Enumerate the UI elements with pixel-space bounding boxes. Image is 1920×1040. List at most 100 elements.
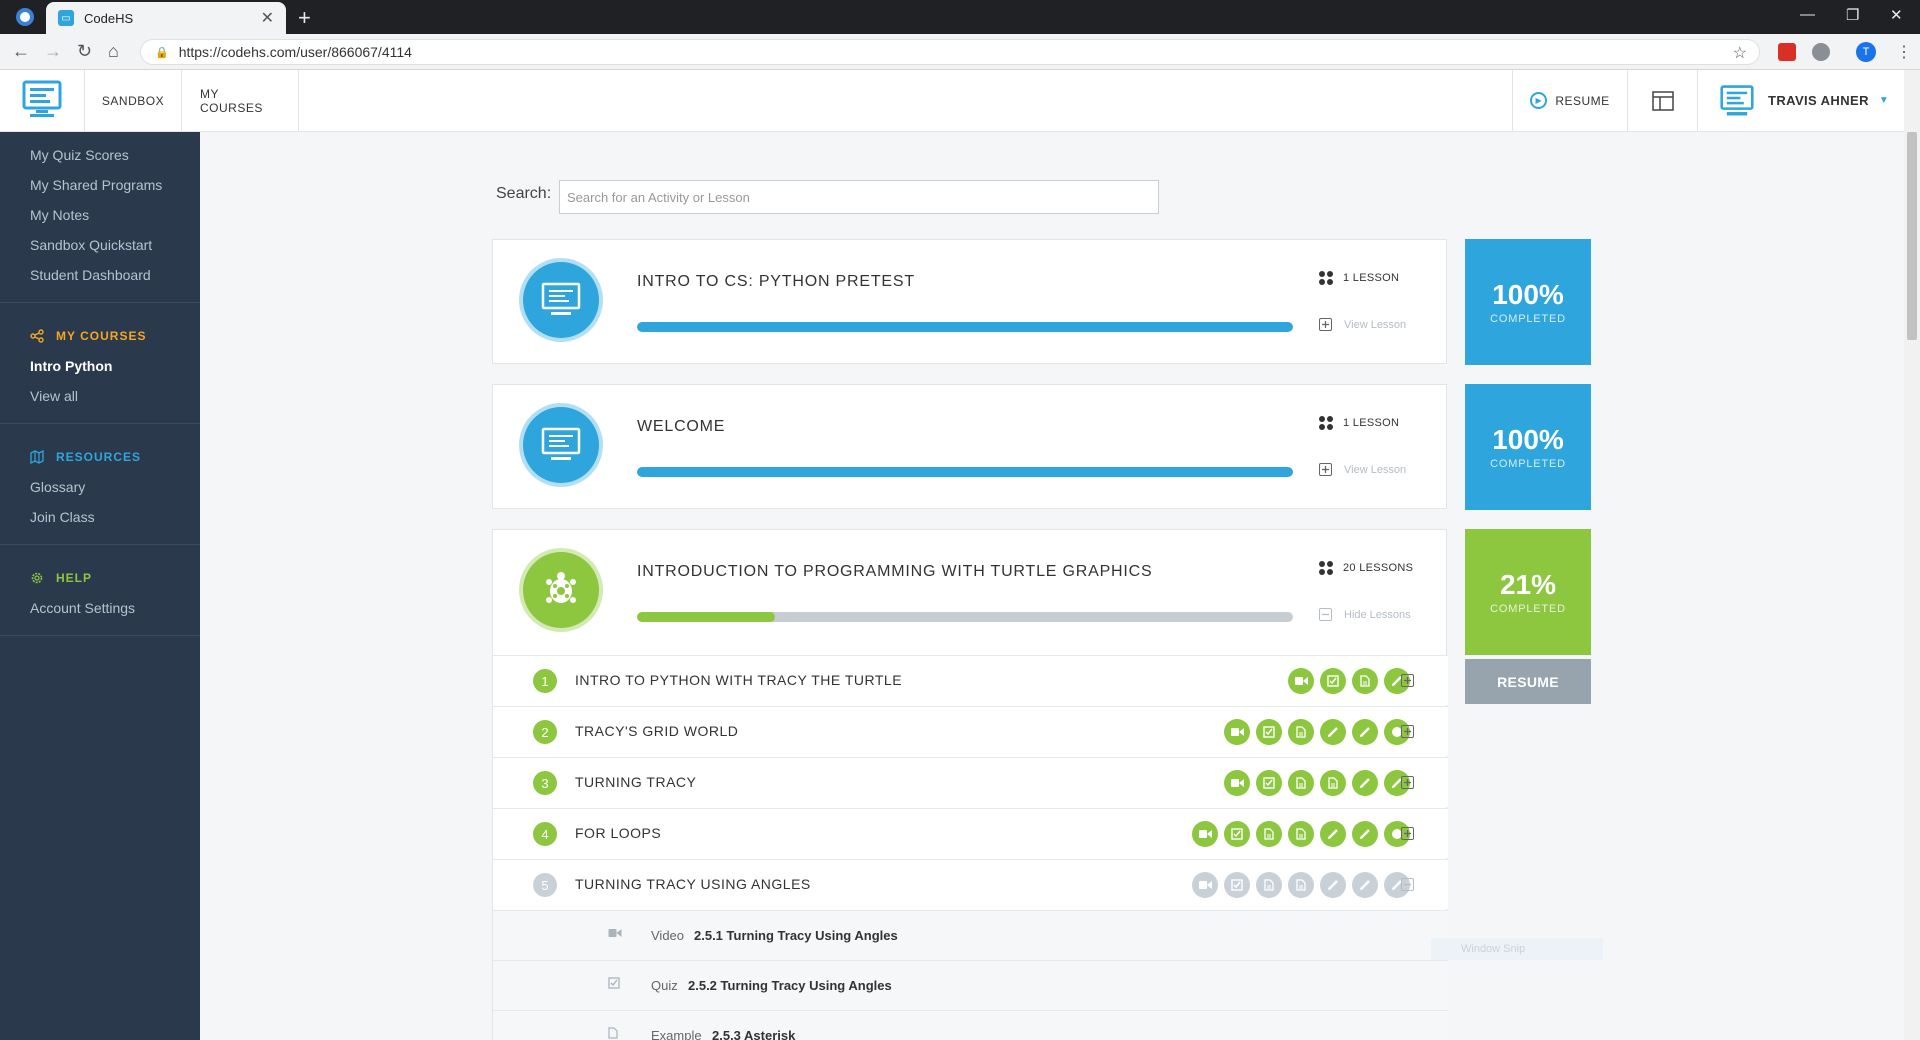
page-scrollbar-thumb[interactable] [1907,132,1917,340]
sidebar-item-join-class[interactable]: Join Class [0,502,200,532]
video-icon[interactable] [1192,821,1218,847]
expand-plus-icon[interactable] [1401,776,1414,789]
expand-plus-icon[interactable] [1401,725,1414,738]
lesson-row[interactable]: 3 TURNING TRACY [493,757,1448,807]
pencil-icon[interactable] [1320,872,1346,898]
document-icon[interactable] [1256,872,1282,898]
tab-close-icon[interactable]: ✕ [261,8,274,28]
turtle-icon [546,572,576,603]
resume-button[interactable]: RESUME [1465,659,1591,704]
sidebar-item-account-settings[interactable]: Account Settings [0,593,200,623]
nav-my-courses[interactable]: MY COURSES [182,70,299,131]
sidebar-item-glossary[interactable]: Glossary [0,472,200,502]
unit-title[interactable]: INTRO TO CS: PYTHON PRETEST [637,273,915,291]
lesson-row[interactable]: 4 FOR LOOPS [493,808,1448,858]
codehs-logo-icon[interactable] [22,80,62,118]
activity-type: Example [651,1028,702,1040]
quiz-icon[interactable] [1320,668,1346,694]
unit-card-expanded[interactable]: INTRODUCTION TO PROGRAMMING WITH TURTLE … [492,529,1448,1040]
video-icon[interactable] [1192,872,1218,898]
unit-card[interactable]: WELCOME 1 LESSON View Lesson [492,384,1447,509]
lesson-title[interactable]: FOR LOOPS [575,825,661,841]
pencil-icon[interactable] [1352,770,1378,796]
nav-sandbox[interactable]: SANDBOX [84,70,182,131]
document-icon[interactable] [1288,719,1314,745]
sidebar-heading-label: RESOURCES [56,450,142,464]
sidebar-item-notes[interactable]: My Notes [0,200,200,230]
activity-row[interactable]: Quiz 2.5.2 Turning Tracy Using Angles [493,960,1448,1010]
activity-row[interactable]: Video 2.5.1 Turning Tracy Using Angles [493,910,1448,960]
lesson-title[interactable]: TURNING TRACY USING ANGLES [575,876,811,892]
activity-name[interactable]: 2.5.3 Asterisk [712,1028,795,1040]
browser-tab[interactable]: ▭ CodeHS ✕ [46,2,286,34]
unit-title[interactable]: INTRODUCTION TO PROGRAMMING WITH TURTLE … [637,563,1152,581]
minimize-icon[interactable]: — [1800,6,1815,23]
sidebar-item-intro-python[interactable]: Intro Python [0,351,200,381]
video-icon[interactable] [1224,719,1250,745]
pencil-icon[interactable] [1352,821,1378,847]
document-icon[interactable] [1288,872,1314,898]
video-icon[interactable] [1224,770,1250,796]
extension-icon[interactable] [1778,43,1796,61]
hide-lessons-toggle[interactable]: Hide Lessons [1319,608,1411,621]
resume-link[interactable]: ▶ RESUME [1512,70,1627,131]
expand-plus-icon[interactable] [1401,827,1414,840]
reload-icon[interactable]: ↻ [77,41,92,62]
search-input[interactable] [559,180,1159,214]
window-close-icon[interactable]: ✕ [1890,6,1903,24]
expand-plus-icon[interactable] [1401,674,1414,687]
quiz-icon[interactable] [1256,770,1282,796]
view-lesson-toggle[interactable]: View Lesson [1319,463,1406,476]
sidebar-item-quiz-scores[interactable]: My Quiz Scores [0,140,200,170]
activity-icons [1282,668,1410,694]
pencil-icon[interactable] [1320,821,1346,847]
lesson-row[interactable]: 1 INTRO TO PYTHON WITH TRACY THE TURTLE [493,655,1448,705]
sidebar-heading-resources: RESOURCES [0,442,200,472]
lesson-title[interactable]: INTRO TO PYTHON WITH TRACY THE TURTLE [575,672,902,688]
activity-name[interactable]: 2.5.2 Turning Tracy Using Angles [688,978,892,993]
user-menu[interactable]: TRAVIS AHNER ▼ [1697,70,1904,131]
collapse-minus-icon[interactable] [1401,878,1414,891]
lesson-title[interactable]: TURNING TRACY [575,774,696,790]
home-icon[interactable]: ⌂ [108,41,119,62]
restore-icon[interactable]: ❐ [1846,6,1859,24]
bookmark-star-icon[interactable]: ☆ [1733,43,1747,63]
document-icon[interactable] [1288,821,1314,847]
lesson-count-label: 20 LESSONS [1343,562,1414,574]
lesson-title[interactable]: TRACY'S GRID WORLD [575,723,738,739]
document-icon[interactable] [1256,821,1282,847]
layout-toggle-button[interactable] [1627,70,1697,131]
sidebar-item-student-dashboard[interactable]: Student Dashboard [0,260,200,290]
pencil-icon[interactable] [1320,719,1346,745]
back-icon[interactable]: ← [12,41,30,62]
extension-shield-icon[interactable] [1812,43,1830,61]
document-icon[interactable] [1320,770,1346,796]
minus-box-icon [1319,608,1332,621]
activity-name[interactable]: 2.5.1 Turning Tracy Using Angles [694,928,898,943]
unit-title[interactable]: WELCOME [637,418,725,436]
quiz-icon[interactable] [1256,719,1282,745]
forward-icon[interactable]: → [44,41,62,62]
unit-card[interactable]: INTRO TO CS: PYTHON PRETEST 1 LESSON Vie… [492,239,1447,364]
sidebar-item-view-all[interactable]: View all [0,381,200,411]
document-icon[interactable] [1288,770,1314,796]
browser-logo-icon [16,8,34,26]
profile-avatar[interactable]: T [1856,42,1876,62]
video-icon[interactable] [1288,668,1314,694]
pencil-icon[interactable] [1352,872,1378,898]
address-bar[interactable]: 🔒 https://codehs.com/user/866067/4114 ☆ [140,39,1760,65]
sidebar-item-shared-programs[interactable]: My Shared Programs [0,170,200,200]
view-lesson-toggle[interactable]: View Lesson [1319,318,1406,331]
new-tab-button[interactable]: + [298,5,311,31]
quiz-icon[interactable] [1224,821,1250,847]
lesson-row[interactable]: 2 TRACY'S GRID WORLD [493,706,1448,756]
browser-menu-icon[interactable]: ⋮ [1896,42,1912,62]
activity-row[interactable]: Example 2.5.3 Asterisk [493,1010,1448,1040]
sidebar-divider [0,302,200,303]
document-icon[interactable] [1352,668,1378,694]
browser-tabstrip: ▭ CodeHS ✕ + — ❐ ✕ [0,0,1920,34]
quiz-icon[interactable] [1224,872,1250,898]
pencil-icon[interactable] [1352,719,1378,745]
sidebar-item-sandbox-quickstart[interactable]: Sandbox Quickstart [0,230,200,260]
lesson-row[interactable]: 5 TURNING TRACY USING ANGLES [493,859,1448,909]
